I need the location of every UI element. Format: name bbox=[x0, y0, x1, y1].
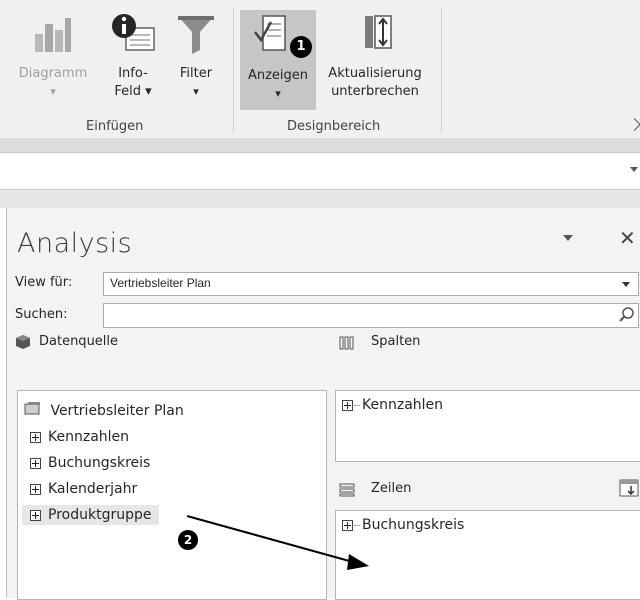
datasource-icon bbox=[15, 334, 31, 354]
expand-icon[interactable] bbox=[30, 509, 41, 521]
tree-item-label: Kennzahlen bbox=[48, 429, 130, 445]
spalten-box: Kennzahlen bbox=[335, 390, 640, 462]
view-label: View für: bbox=[15, 275, 73, 290]
expand-icon[interactable] bbox=[30, 457, 41, 469]
columns-icon bbox=[339, 335, 355, 354]
tree-root[interactable]: Vertriebsleiter Plan bbox=[24, 401, 184, 421]
spalten-item-kennzahlen[interactable]: Kennzahlen bbox=[342, 397, 443, 413]
pane-gap bbox=[0, 190, 640, 208]
diagramm-button[interactable]: Diagramm ▾ bbox=[14, 8, 92, 112]
anzeigen-label: Anzeigen bbox=[247, 68, 309, 83]
chevron-down-icon: ▾ bbox=[50, 85, 56, 98]
expand-icon[interactable] bbox=[30, 431, 41, 443]
tree-item-produktgruppe[interactable]: Produktgruppe bbox=[22, 505, 160, 525]
zeilen-header: Zeilen bbox=[371, 481, 412, 496]
pause-refresh-icon bbox=[353, 12, 397, 61]
search-icon[interactable] bbox=[618, 306, 636, 328]
toolbar-strip bbox=[0, 138, 640, 153]
group-label-designbereich: Designbereich bbox=[287, 119, 381, 134]
tree-item-kennzahlen[interactable]: Kennzahlen bbox=[30, 429, 129, 445]
filter-icon bbox=[176, 12, 216, 61]
cube-icon bbox=[24, 401, 42, 421]
spalten-header: Spalten bbox=[371, 334, 421, 349]
group-separator bbox=[233, 8, 234, 132]
chevron-down-icon: ▾ bbox=[275, 87, 281, 100]
callout-1: 1 bbox=[290, 36, 312, 58]
ribbon: Diagramm ▾ Info- Feld ▾ Filter ▾ Anzeige… bbox=[0, 0, 640, 139]
tree-root-label: Vertriebsleiter Plan bbox=[50, 403, 184, 419]
pane-options-icon[interactable] bbox=[563, 235, 573, 241]
search-input[interactable] bbox=[103, 303, 639, 328]
aktualisierung-label-1: Aktualisierung bbox=[328, 66, 422, 81]
bar-chart-icon bbox=[33, 12, 73, 59]
datenquelle-header: Datenquelle bbox=[39, 334, 119, 349]
filter-button[interactable]: Filter ▾ bbox=[172, 8, 220, 112]
swap-axes-icon[interactable] bbox=[619, 479, 639, 501]
search-label: Suchen: bbox=[15, 307, 68, 322]
pane-title: Analysis bbox=[17, 228, 133, 259]
aktualisierung-label-2: unterbrechen bbox=[331, 84, 419, 99]
group-separator bbox=[441, 8, 442, 132]
diagramm-label: Diagramm bbox=[18, 66, 88, 81]
anzeigen-button[interactable]: Anzeigen ▾ bbox=[240, 10, 316, 110]
formula-bar bbox=[0, 153, 640, 190]
chevron-down-icon: ▾ bbox=[193, 85, 199, 98]
expand-icon[interactable] bbox=[342, 399, 353, 411]
chevron-down-icon[interactable] bbox=[622, 282, 630, 287]
tree-item-label: Produktgruppe bbox=[48, 507, 152, 523]
chevron-down-icon[interactable] bbox=[630, 167, 638, 172]
info-icon bbox=[110, 12, 156, 61]
callout-2: 2 bbox=[178, 530, 198, 550]
tree-item-label: Kalenderjahr bbox=[48, 481, 138, 497]
collapse-ribbon-icon[interactable] bbox=[628, 118, 640, 131]
expand-icon[interactable] bbox=[30, 483, 41, 495]
tree-item-kalenderjahr[interactable]: Kalenderjahr bbox=[30, 481, 137, 497]
info-feld-label-2: Feld ▾ bbox=[114, 84, 152, 99]
close-icon[interactable]: ✕ bbox=[619, 226, 636, 250]
view-select[interactable]: Vertriebsleiter Plan bbox=[103, 272, 639, 296]
tree-item-label: Buchungskreis bbox=[48, 455, 151, 471]
info-feld-label-1: Info- bbox=[118, 66, 148, 81]
view-select-value: Vertriebsleiter Plan bbox=[110, 276, 211, 290]
tree-item-buchungskreis[interactable]: Buchungskreis bbox=[30, 455, 150, 471]
info-feld-button[interactable]: Info- Feld ▾ bbox=[108, 8, 158, 112]
filter-label: Filter bbox=[179, 66, 213, 81]
spalten-item-label: Kennzahlen bbox=[362, 397, 444, 413]
analysis-pane: Analysis ✕ View für: Vertriebsleiter Pla… bbox=[6, 208, 640, 600]
drag-arrow-annotation bbox=[186, 515, 369, 570]
group-label-einfuegen: Einfügen bbox=[86, 119, 144, 134]
aktualisierung-unterbrechen-button[interactable]: Aktualisierung unterbrechen bbox=[316, 8, 434, 112]
rows-icon bbox=[339, 482, 355, 501]
